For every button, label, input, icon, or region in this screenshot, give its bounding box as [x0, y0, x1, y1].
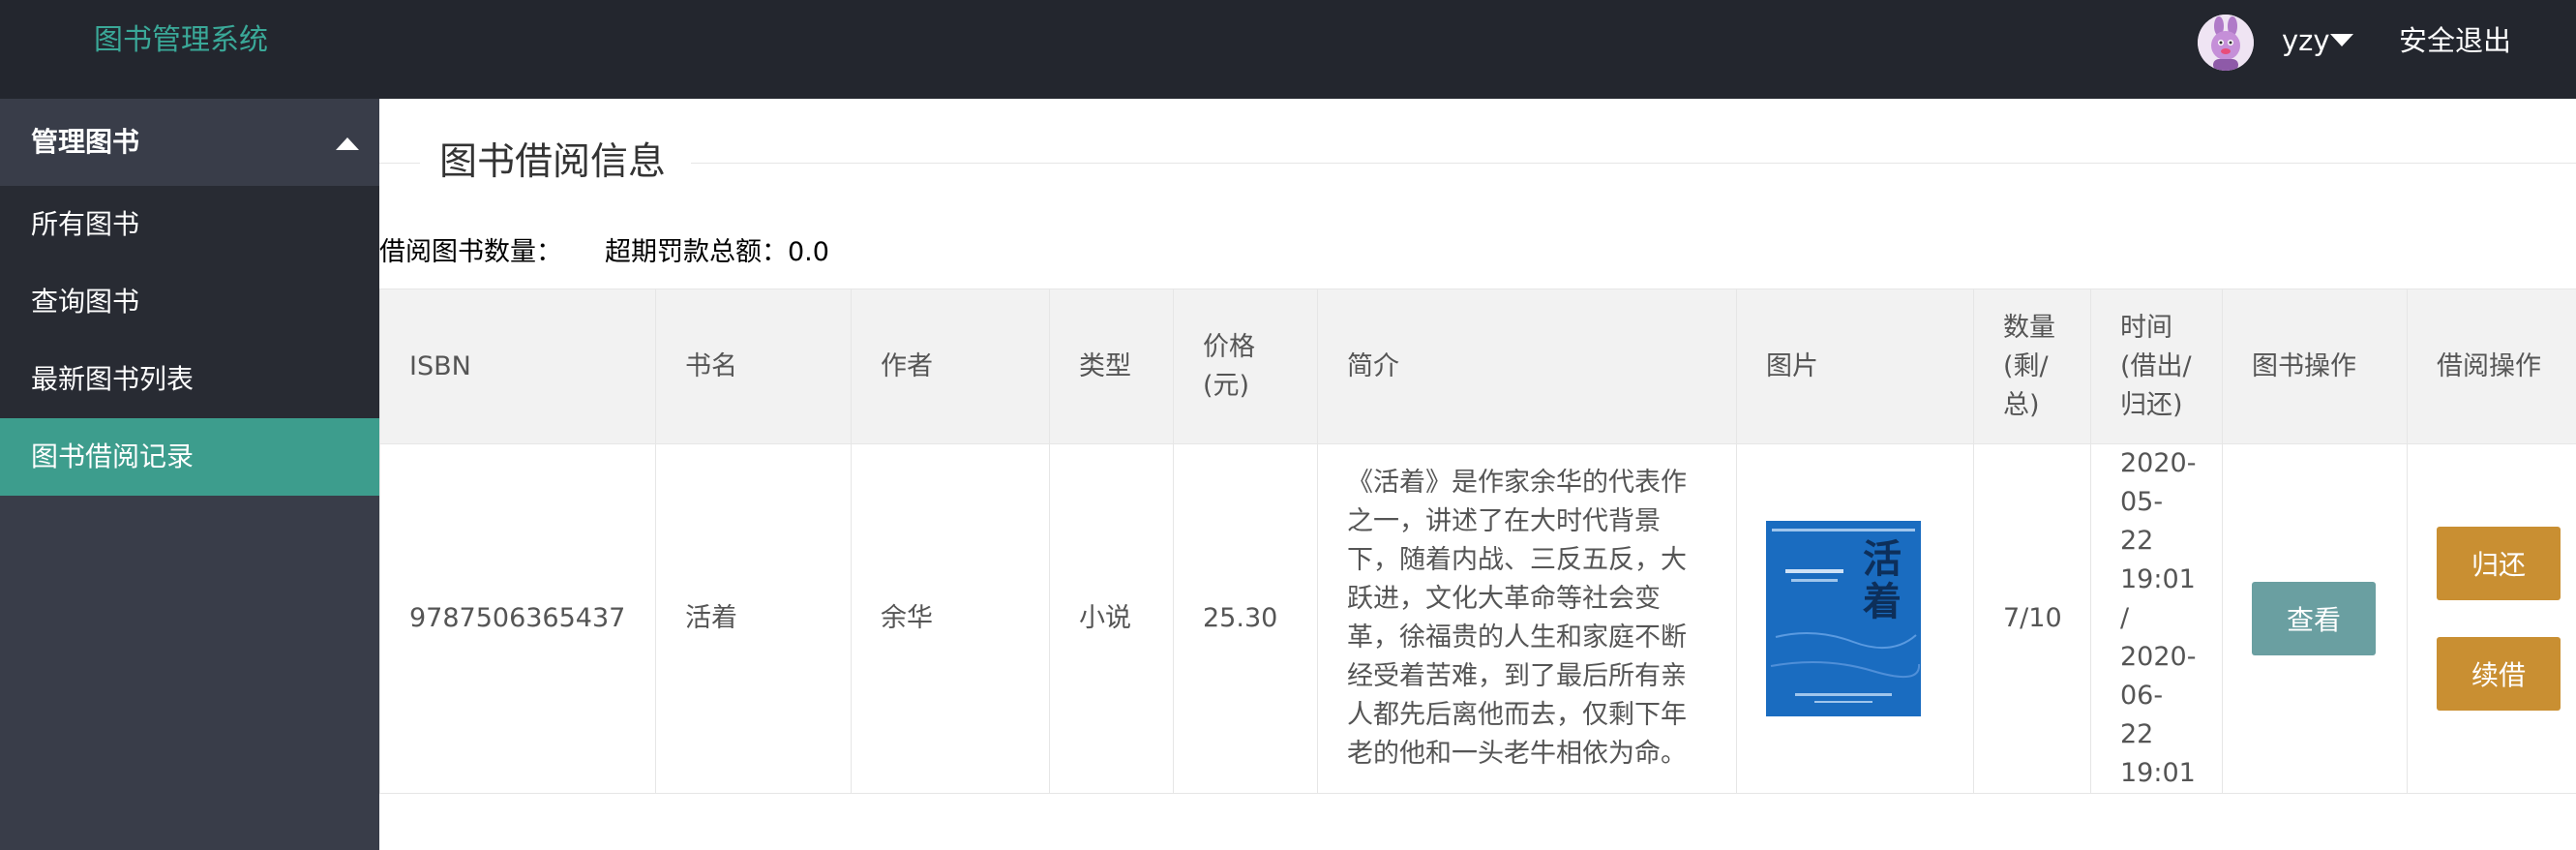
top-header: 图书管理系统 yzy 安全退出: [0, 0, 2576, 99]
cell-image: 活着: [1736, 443, 1974, 794]
column-header-book-actions: 图书操作: [2222, 288, 2408, 444]
logout-link[interactable]: 安全退出: [2399, 21, 2511, 60]
caret-down-icon[interactable]: [2330, 34, 2353, 46]
borrow-count-label: 借阅图书数量：: [379, 237, 562, 267]
app-logo-title[interactable]: 图书管理系统: [94, 21, 268, 60]
column-header-price: 价格(元): [1173, 288, 1318, 444]
cell-type: 小说: [1049, 443, 1174, 794]
return-book-button[interactable]: 归还: [2437, 527, 2561, 600]
cell-price: 25.30: [1173, 443, 1318, 794]
column-header-title: 书名: [655, 288, 852, 444]
user-avatar[interactable]: [2198, 15, 2254, 71]
column-header-type: 类型: [1049, 288, 1174, 444]
borrow-time: 2020-05-22 19:01: [2120, 448, 2197, 594]
view-book-button[interactable]: 查看: [2252, 582, 2376, 655]
cell-time: 2020-05-22 19:01 / 2020-06-22 19:01: [2090, 443, 2223, 794]
column-header-isbn: ISBN: [379, 288, 656, 444]
sidebar-group-manage-books[interactable]: 管理图书: [0, 99, 379, 186]
sidebar-item-label: 查询图书: [31, 286, 140, 318]
cell-isbn: 9787506365437: [379, 443, 656, 794]
cell-title: 活着: [655, 443, 852, 794]
sidebar-item-latest-books[interactable]: 最新图书列表: [0, 341, 379, 418]
sidebar-item-label: 所有图书: [31, 208, 140, 240]
borrow-table: ISBN 书名 作者 类型 价格(元) 简介 图片 数量(剩/总) 时间(借出/…: [379, 288, 2576, 794]
book-cover-title: 活着: [1863, 536, 1902, 624]
sidebar-item-search-books[interactable]: 查询图书: [0, 263, 379, 341]
column-header-quantity: 数量(剩/总): [1973, 288, 2091, 444]
sidebar-item-borrow-records[interactable]: 图书借阅记录: [0, 418, 379, 496]
column-header-time: 时间(借出/归还): [2090, 288, 2223, 444]
fine-total-value: 0.0: [788, 237, 829, 267]
section-divider-left: [379, 163, 420, 164]
column-header-borrow-actions: 借阅操作: [2407, 288, 2576, 444]
column-header-intro: 简介: [1317, 288, 1737, 444]
sidebar-item-label: 最新图书列表: [31, 363, 195, 395]
cell-quantity: 7/10: [1973, 443, 2091, 794]
sidebar: 管理图书 所有图书 查询图书 最新图书列表 图书借阅记录: [0, 99, 379, 850]
sidebar-submenu: 所有图书 查询图书 最新图书列表: [0, 186, 379, 418]
table-row: 9787506365437 活着 余华 小说 25.30 《活着》是作家余华的代…: [379, 443, 2576, 794]
return-time: 2020-06-22 19:01: [2120, 642, 2197, 788]
main-content: 图书借阅信息 借阅图书数量： 超期罚款总额：0.0 ISBN 书名 作者 类型 价…: [379, 99, 2576, 850]
cell-book-actions: 查看: [2222, 443, 2408, 794]
section-divider-right: [691, 163, 2576, 164]
caret-up-icon: [336, 137, 359, 150]
borrow-summary: 借阅图书数量： 超期罚款总额：0.0: [379, 230, 829, 275]
column-header-author: 作者: [851, 288, 1050, 444]
sidebar-group-label: 管理图书: [31, 126, 140, 158]
cell-author: 余华: [851, 443, 1050, 794]
sidebar-item-all-books[interactable]: 所有图书: [0, 186, 379, 263]
sidebar-item-label: 图书借阅记录: [31, 440, 195, 472]
section-title: 图书借阅信息: [439, 140, 667, 184]
user-menu-name[interactable]: yzy: [2282, 21, 2330, 60]
column-header-image: 图片: [1736, 288, 1974, 444]
fine-total-label: 超期罚款总额：: [605, 237, 788, 267]
book-cover-image: 活着: [1766, 521, 1921, 716]
cell-intro: 《活着》是作家余华的代表作之一，讲述了在大时代背景下，随着内战、三反五反，大跃进…: [1317, 443, 1737, 794]
renew-book-button[interactable]: 续借: [2437, 637, 2561, 711]
cell-borrow-actions: 归还 续借: [2407, 443, 2576, 794]
table-header-row: ISBN 书名 作者 类型 价格(元) 简介 图片 数量(剩/总) 时间(借出/…: [379, 288, 2576, 444]
time-separator: /: [2120, 603, 2130, 633]
